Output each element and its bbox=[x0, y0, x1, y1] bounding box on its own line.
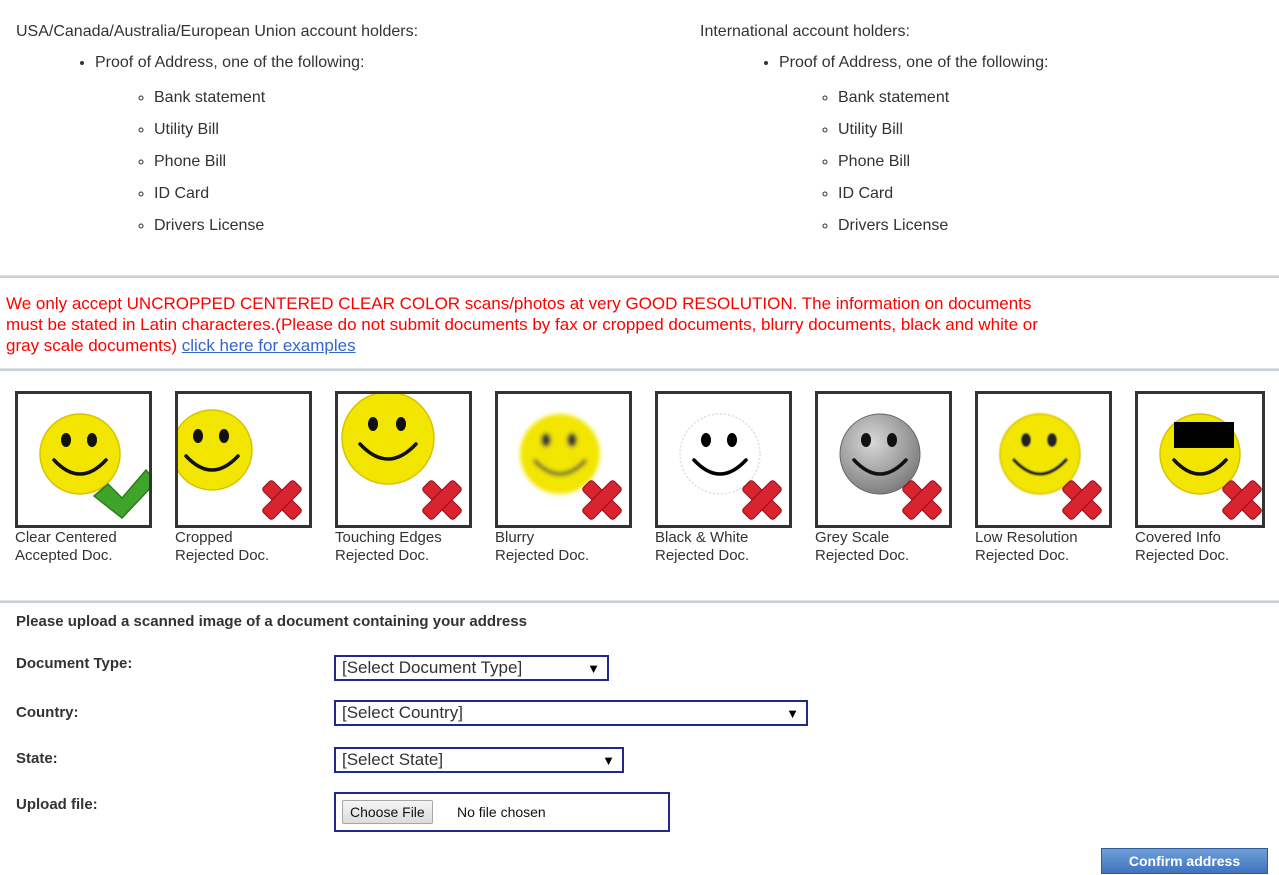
x-icon bbox=[262, 480, 302, 520]
state-label: State: bbox=[16, 750, 58, 767]
example-caption: Touching Edges Rejected Doc. bbox=[335, 529, 442, 564]
warning-line-3: gray scale documents) click here for exa… bbox=[6, 336, 356, 355]
example-caption: Covered Info Rejected Doc. bbox=[1135, 529, 1230, 564]
section-divider bbox=[0, 600, 1279, 603]
smiley-icon bbox=[178, 409, 253, 491]
requirements-international-heading: International account holders: bbox=[700, 23, 910, 40]
example-caption: Cropped Rejected Doc. bbox=[175, 529, 270, 564]
example-blurry: Blurry Rejected Doc. bbox=[495, 391, 645, 565]
example-caption: Blurry Rejected Doc. bbox=[495, 529, 590, 564]
doc-bank-statement: Bank statement bbox=[154, 82, 418, 114]
doc-drivers-license: Drivers License bbox=[838, 210, 1049, 242]
example-thumbnail bbox=[15, 391, 152, 528]
doc-bank-statement: Bank statement bbox=[838, 82, 1049, 114]
example-touching-edges: Touching Edges Rejected Doc. bbox=[335, 391, 485, 565]
proof-of-address-item: Proof of Address, one of the following: … bbox=[779, 52, 1049, 242]
doc-id-card: ID Card bbox=[154, 178, 418, 210]
smiley-icon bbox=[999, 413, 1081, 495]
file-status: No file chosen bbox=[457, 804, 546, 820]
smiley-icon bbox=[341, 394, 435, 485]
form-title: Please upload a scanned image of a docum… bbox=[16, 613, 527, 630]
section-divider bbox=[0, 368, 1279, 371]
example-caption: Low Resolution Rejected Doc. bbox=[975, 529, 1078, 564]
file-input[interactable]: Choose File No file chosen bbox=[334, 792, 670, 832]
dropdown-arrow-icon: ▼ bbox=[587, 661, 600, 676]
example-thumbnail bbox=[655, 391, 792, 528]
example-thumbnail bbox=[335, 391, 472, 528]
address-upload-form: Please upload a scanned image of a docum… bbox=[16, 612, 808, 832]
state-select[interactable]: [Select State] ▼ bbox=[334, 747, 624, 773]
dropdown-arrow-icon: ▼ bbox=[602, 753, 615, 768]
example-clear-centered: Clear Centered Accepted Doc. bbox=[15, 391, 165, 565]
example-black-white: Black & White Rejected Doc. bbox=[655, 391, 805, 565]
requirements-usa-list: Proof of Address, one of the following: … bbox=[16, 52, 418, 242]
country-select[interactable]: [Select Country] ▼ bbox=[334, 700, 808, 726]
doc-id-card: ID Card bbox=[838, 178, 1049, 210]
accepted-docs-list: Bank statement Utility Bill Phone Bill I… bbox=[95, 82, 418, 242]
smiley-icon bbox=[520, 414, 600, 494]
document-type-label: Document Type: bbox=[16, 655, 133, 672]
examples-link[interactable]: click here for examples bbox=[182, 336, 356, 355]
requirements-international-list: Proof of Address, one of the following: … bbox=[700, 52, 1049, 242]
doc-phone-bill: Phone Bill bbox=[154, 146, 418, 178]
example-thumbnail bbox=[975, 391, 1112, 528]
doc-utility-bill: Utility Bill bbox=[838, 114, 1049, 146]
requirements-usa-column: USA/Canada/Australia/European Union acco… bbox=[16, 22, 418, 242]
example-thumbnail bbox=[1135, 391, 1265, 528]
confirm-address-button[interactable]: Confirm address bbox=[1101, 848, 1268, 874]
example-grey-scale: Grey Scale Rejected Doc. bbox=[815, 391, 965, 565]
country-label: Country: bbox=[16, 704, 79, 721]
section-divider bbox=[0, 275, 1279, 278]
accepted-docs-list: Bank statement Utility Bill Phone Bill I… bbox=[779, 82, 1049, 242]
warning-line-1: We only accept UNCROPPED CENTERED CLEAR … bbox=[6, 294, 1032, 313]
choose-file-button[interactable]: Choose File bbox=[342, 800, 433, 824]
dropdown-arrow-icon: ▼ bbox=[786, 706, 799, 721]
doc-utility-bill: Utility Bill bbox=[154, 114, 418, 146]
smiley-icon bbox=[679, 413, 761, 495]
requirements-international-column: International account holders: Proof of … bbox=[700, 22, 1049, 242]
example-covered-info: Covered Info Rejected Doc. bbox=[1135, 391, 1279, 565]
doc-drivers-license: Drivers License bbox=[154, 210, 418, 242]
x-icon bbox=[422, 480, 462, 520]
example-thumbnail bbox=[175, 391, 312, 528]
smiley-icon bbox=[839, 413, 921, 495]
smiley-icon bbox=[39, 413, 121, 495]
proof-of-address-item: Proof of Address, one of the following: … bbox=[95, 52, 418, 242]
warning-line-2: must be stated in Latin characteres.(Ple… bbox=[6, 315, 1038, 334]
upload-file-label: Upload file: bbox=[16, 796, 98, 813]
example-thumbnail bbox=[815, 391, 952, 528]
example-cropped: Cropped Rejected Doc. bbox=[175, 391, 325, 565]
example-caption: Clear Centered Accepted Doc. bbox=[15, 529, 117, 564]
doc-phone-bill: Phone Bill bbox=[838, 146, 1049, 178]
example-caption: Black & White Rejected Doc. bbox=[655, 529, 750, 564]
requirements-usa-heading: USA/Canada/Australia/European Union acco… bbox=[16, 23, 419, 40]
example-thumbnail bbox=[495, 391, 632, 528]
scan-requirements-warning: We only accept UNCROPPED CENTERED CLEAR … bbox=[6, 293, 1279, 368]
example-low-resolution: Low Resolution Rejected Doc. bbox=[975, 391, 1125, 565]
document-type-select[interactable]: [Select Document Type] ▼ bbox=[334, 655, 609, 681]
smiley-icon bbox=[1159, 413, 1241, 495]
example-caption: Grey Scale Rejected Doc. bbox=[815, 529, 910, 564]
